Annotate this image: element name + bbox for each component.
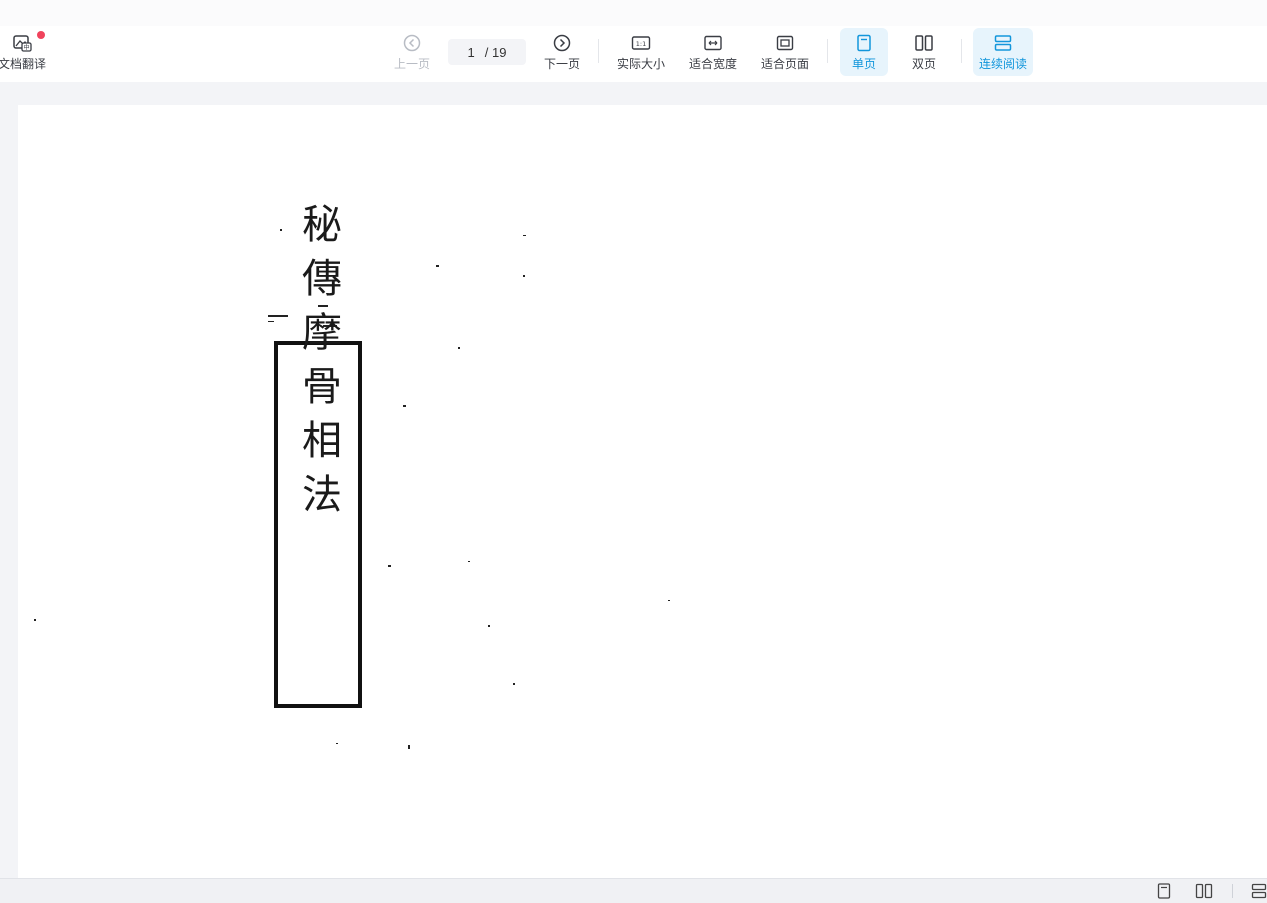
fit-width-icon bbox=[703, 33, 723, 53]
notification-dot bbox=[37, 31, 45, 39]
svg-text:中: 中 bbox=[23, 43, 29, 51]
status-bar bbox=[0, 878, 1267, 903]
next-page-label: 下一页 bbox=[543, 56, 580, 71]
seal-script-title: 秘傳摩骨相法 bbox=[295, 203, 342, 527]
total-pages: / 19 bbox=[484, 44, 507, 60]
chevron-left-circle-icon bbox=[403, 33, 421, 53]
status-divider bbox=[1232, 884, 1233, 898]
reader-toolbar: 中 文档翻译 上一页 1 / 19 下一页 1:1 实际大小 适合宽度 适合页面… bbox=[0, 26, 1267, 83]
fit-page-label: 适合页面 bbox=[760, 56, 809, 71]
next-page-button[interactable]: 下一页 bbox=[540, 28, 584, 76]
double-page-label: 双页 bbox=[911, 56, 936, 71]
page-indicator[interactable]: 1 / 19 bbox=[448, 39, 526, 65]
double-page-button[interactable]: 双页 bbox=[900, 28, 948, 76]
current-page-input[interactable]: 1 bbox=[468, 45, 475, 60]
scanned-page-image: 秘傳摩骨相法 bbox=[34, 203, 670, 749]
toolbar-divider bbox=[961, 39, 962, 63]
continuous-scroll-icon bbox=[993, 33, 1013, 53]
prev-page-button[interactable]: 上一页 bbox=[390, 28, 434, 76]
single-page-icon bbox=[856, 33, 872, 53]
one-to-one-glyph: 1:1 bbox=[636, 40, 646, 48]
fit-page-icon bbox=[775, 33, 795, 53]
status-continuous-icon[interactable] bbox=[1251, 883, 1267, 899]
continuous-reading-label: 连续阅读 bbox=[978, 56, 1027, 71]
document-translate-label: 文档翻译 bbox=[0, 56, 46, 71]
single-page-label: 单页 bbox=[851, 56, 876, 71]
fit-width-button[interactable]: 适合宽度 bbox=[686, 28, 740, 76]
toolbar-divider bbox=[827, 39, 828, 63]
status-single-page-icon[interactable] bbox=[1157, 883, 1171, 899]
document-viewer[interactable]: 秘傳摩骨相法 bbox=[0, 82, 1267, 878]
document-page: 秘傳摩骨相法 bbox=[18, 105, 1267, 878]
window-top-strip bbox=[0, 0, 1267, 26]
one-to-one-icon: 1:1 bbox=[631, 33, 651, 53]
toolbar-divider bbox=[598, 39, 599, 63]
continuous-reading-button[interactable]: 连续阅读 bbox=[973, 28, 1033, 76]
image-translate-icon: 中 bbox=[12, 33, 32, 53]
chevron-right-circle-icon bbox=[553, 33, 571, 53]
fit-page-button[interactable]: 适合页面 bbox=[758, 28, 812, 76]
actual-size-button[interactable]: 1:1 实际大小 bbox=[614, 28, 668, 76]
fit-width-label: 适合宽度 bbox=[688, 56, 737, 71]
status-double-page-icon[interactable] bbox=[1195, 883, 1213, 899]
double-page-icon bbox=[914, 33, 934, 53]
single-page-button[interactable]: 单页 bbox=[840, 28, 888, 76]
actual-size-label: 实际大小 bbox=[616, 56, 665, 71]
prev-page-label: 上一页 bbox=[393, 56, 430, 71]
